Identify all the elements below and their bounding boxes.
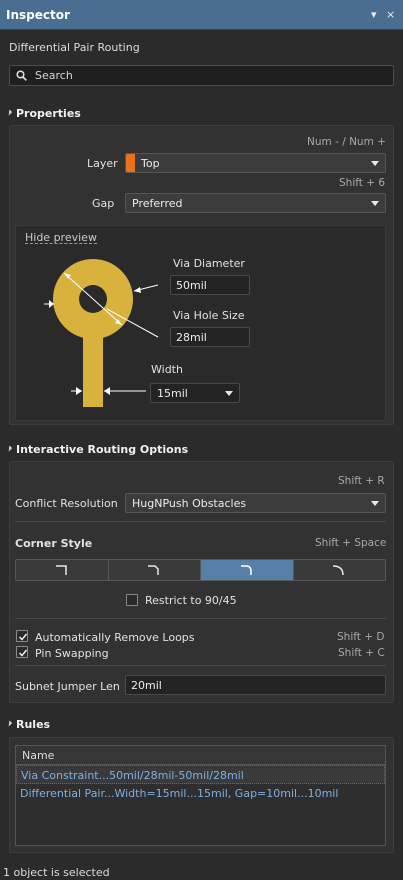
corner-90-icon [55, 565, 67, 575]
corner-90-arc-icon [333, 565, 344, 576]
layer-label: Layer [87, 157, 118, 170]
layer-color-swatch [126, 154, 135, 172]
via-diameter-value: 50mil [176, 279, 207, 292]
layer-dropdown[interactable]: Top [125, 153, 386, 173]
restrict-90-45-checkbox[interactable] [126, 594, 138, 606]
corner-45-arc-icon [240, 565, 252, 575]
routing-header-label: Interactive Routing Options [16, 443, 189, 456]
search-icon [16, 70, 27, 81]
corner-style-shortcut-hint: Shift + Space [315, 537, 387, 549]
remove-loops-checkbox[interactable] [16, 630, 28, 642]
corner-45-icon [148, 565, 159, 575]
table-row[interactable]: Via Constraint...50mil/28mil-50mil/28mil [16, 765, 385, 784]
rule-name: Differential Pair...Width=15mil...15mil,… [20, 787, 339, 800]
corner-style-45-button[interactable] [109, 560, 201, 580]
checkmark-icon [18, 633, 28, 641]
corner-style-90-arc-button[interactable] [294, 560, 386, 580]
via-diameter-input[interactable]: 50mil [170, 275, 250, 295]
window-title: Inspector [6, 8, 70, 22]
selection-status: 1 object is selected [3, 866, 110, 879]
subnet-jumper-value: 20mil [131, 679, 162, 692]
conflict-resolution-label: Conflict Resolution [15, 497, 118, 510]
rules-section-header[interactable]: Rules [5, 718, 51, 731]
subnet-jumper-label: Subnet Jumper Len [15, 680, 120, 693]
width-value: 15mil [157, 387, 188, 400]
table-row[interactable]: Differential Pair...Width=15mil...15mil,… [16, 784, 385, 803]
restrict-90-45-label: Restrict to 90/45 [145, 594, 237, 607]
close-icon[interactable]: × [386, 8, 395, 21]
remove-loops-label: Automatically Remove Loops [35, 631, 195, 644]
via-diameter-label: Via Diameter [173, 257, 245, 270]
object-type-label: Differential Pair Routing [9, 41, 140, 54]
conflict-resolution-value: HugNPush Obstacles [132, 497, 247, 510]
gap-label: Gap [92, 197, 115, 210]
properties-header-label: Properties [16, 107, 81, 120]
checkmark-icon [18, 649, 28, 657]
rules-header-label: Rules [16, 718, 51, 731]
layer-value: Top [141, 157, 160, 170]
conflict-shortcut-hint: Shift + R [338, 475, 385, 487]
chevron-down-icon [371, 161, 379, 166]
chevron-down-icon [371, 201, 379, 206]
remove-loops-shortcut-hint: Shift + D [337, 631, 385, 643]
via-hole-size-input[interactable]: 28mil [170, 327, 250, 347]
corner-style-label: Corner Style [15, 537, 93, 550]
gap-value: Preferred [132, 197, 183, 210]
via-hole-size-value: 28mil [176, 331, 207, 344]
via-hole-size-label: Via Hole Size [173, 309, 245, 322]
subnet-jumper-input[interactable]: 20mil [125, 675, 386, 695]
search-input[interactable]: Search [9, 65, 394, 86]
width-dropdown[interactable]: 15mil [150, 383, 240, 403]
divider [15, 618, 386, 619]
rule-name: Via Constraint...50mil/28mil-50mil/28mil [21, 769, 244, 782]
pin-swapping-checkbox[interactable] [16, 646, 28, 658]
rules-column-header[interactable]: Name [16, 746, 385, 765]
gap-dropdown[interactable]: Preferred [125, 193, 386, 213]
panel-menu-icon[interactable]: ▾ [371, 8, 377, 21]
layer-shortcut-hint: Num - / Num + [307, 136, 386, 148]
collapse-triangle-icon [5, 720, 13, 727]
gap-shortcut-hint: Shift + 6 [339, 177, 386, 189]
corner-style-selector[interactable] [15, 559, 386, 581]
search-placeholder: Search [35, 69, 73, 82]
divider [15, 665, 386, 666]
rules-table: Name Via Constraint...50mil/28mil-50mil/… [15, 745, 386, 846]
routing-section-header[interactable]: Interactive Routing Options [5, 443, 189, 456]
chevron-down-icon [225, 391, 233, 396]
corner-style-90-button[interactable] [16, 560, 109, 580]
width-label: Width [151, 363, 183, 376]
corner-style-45-arc-button[interactable] [201, 560, 294, 580]
collapse-triangle-icon [5, 445, 13, 452]
conflict-resolution-dropdown[interactable]: HugNPush Obstacles [125, 493, 386, 513]
pin-swapping-shortcut-hint: Shift + C [338, 647, 385, 659]
inspector-titlebar: Inspector ▾ × [0, 0, 403, 30]
chevron-down-icon [371, 501, 379, 506]
collapse-triangle-icon [5, 109, 13, 116]
name-column-label: Name [22, 749, 55, 762]
divider [15, 521, 386, 522]
properties-section-header[interactable]: Properties [5, 107, 81, 120]
pin-swapping-label: Pin Swapping [35, 647, 109, 660]
